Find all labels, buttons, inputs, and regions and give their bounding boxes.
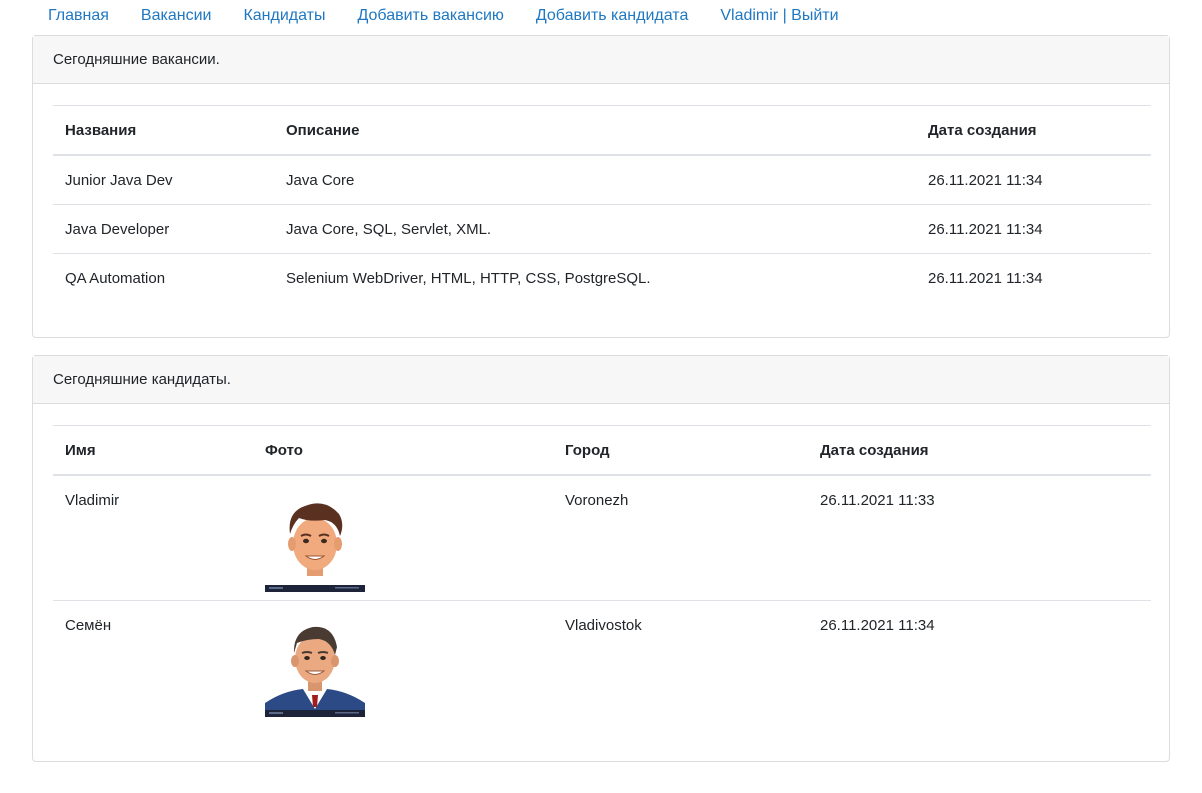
col-header-photo: Фото	[253, 425, 553, 476]
table-row: QA Automation Selenium WebDriver, HTML, …	[53, 253, 1151, 302]
table-row: Junior Java Dev Java Core 26.11.2021 11:…	[53, 154, 1151, 205]
candidate-created: 26.11.2021 11:34	[808, 600, 1151, 725]
vacancies-table: Названия Описание Дата создания Junior J…	[53, 105, 1151, 302]
candidates-card: Сегодняшние кандидаты. Имя Фото Город Да…	[32, 355, 1170, 762]
table-row: Java Developer Java Core, SQL, Servlet, …	[53, 204, 1151, 254]
nav-add-vacancy-link[interactable]: Добавить вакансию	[341, 0, 519, 25]
vacancy-description: Selenium WebDriver, HTML, HTTP, CSS, Pos…	[274, 253, 916, 302]
col-header-title: Названия	[53, 105, 274, 156]
candidates-card-title: Сегодняшние кандидаты.	[33, 356, 1169, 404]
candidates-table: Имя Фото Город Дата создания Vladimir Vo…	[53, 425, 1151, 725]
candidate-photo-cell	[253, 474, 553, 601]
vacancy-title: QA Automation	[53, 253, 274, 302]
col-header-name: Имя	[53, 425, 253, 476]
col-header-description: Описание	[274, 105, 916, 156]
table-row: Vladimir Voronezh 26.11.2021 11:33	[53, 474, 1151, 601]
nav-candidates-link[interactable]: Кандидаты	[227, 0, 341, 25]
col-header-city: Город	[553, 425, 808, 476]
vacancies-card: Сегодняшние вакансии. Названия Описание …	[32, 35, 1170, 338]
candidate-city: Voronezh	[553, 474, 808, 601]
nav-user-logout-link[interactable]: Vladimir | Выйти	[704, 0, 854, 25]
nav-home-link[interactable]: Главная	[32, 0, 125, 25]
col-header-created: Дата создания	[808, 425, 1151, 476]
table-row: Семён Vladivostok 26.11.2021 11:34	[53, 600, 1151, 725]
avatar	[265, 492, 365, 592]
vacancy-description: Java Core	[274, 154, 916, 205]
avatar	[265, 617, 365, 717]
candidate-name: Семён	[53, 600, 253, 725]
vacancy-created: 26.11.2021 11:34	[916, 204, 1151, 254]
candidate-city: Vladivostok	[553, 600, 808, 725]
nav-vacancies-link[interactable]: Вакансии	[125, 0, 228, 25]
vacancy-description: Java Core, SQL, Servlet, XML.	[274, 204, 916, 254]
candidate-photo-cell	[253, 600, 553, 725]
vacancy-title: Java Developer	[53, 204, 274, 254]
top-nav: Главная Вакансии Кандидаты Добавить вака…	[0, 0, 1202, 33]
vacancy-created: 26.11.2021 11:34	[916, 253, 1151, 302]
candidate-name: Vladimir	[53, 474, 253, 601]
vacancy-created: 26.11.2021 11:34	[916, 154, 1151, 205]
vacancy-title: Junior Java Dev	[53, 154, 274, 205]
vacancies-card-title: Сегодняшние вакансии.	[33, 36, 1169, 84]
candidate-created: 26.11.2021 11:33	[808, 474, 1151, 601]
col-header-created: Дата создания	[916, 105, 1151, 156]
nav-add-candidate-link[interactable]: Добавить кандидата	[520, 0, 704, 25]
